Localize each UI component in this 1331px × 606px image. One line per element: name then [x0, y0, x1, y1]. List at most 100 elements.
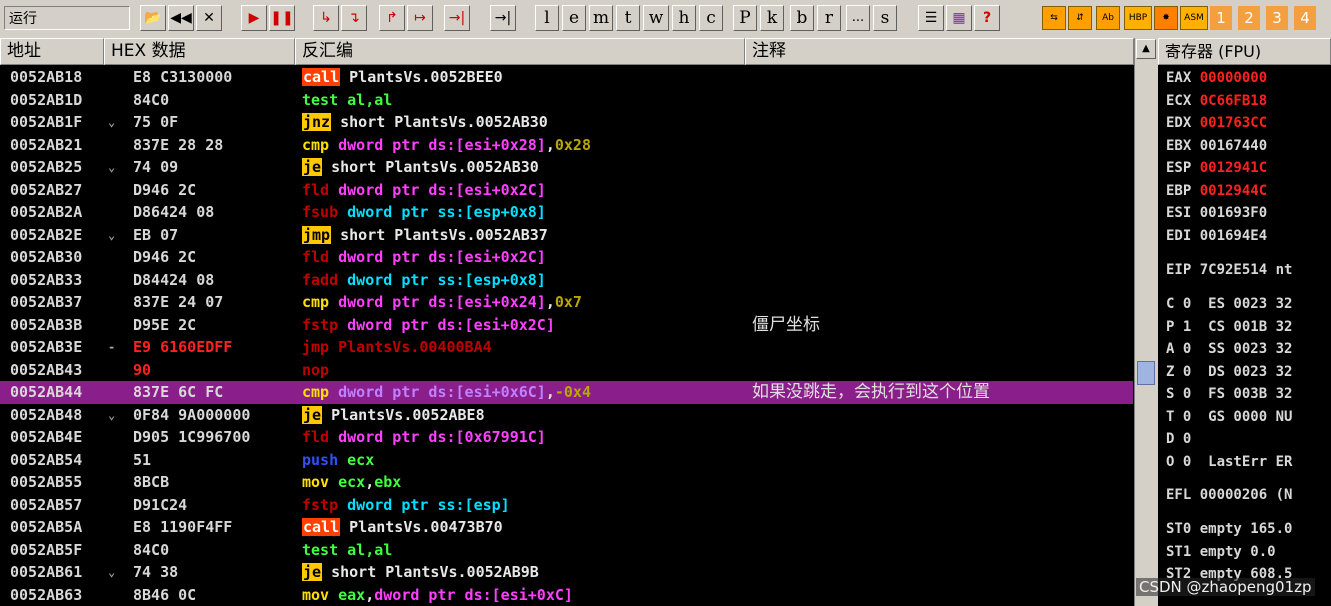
source-window-button[interactable]: s — [873, 5, 897, 31]
run-trace-window-button[interactable]: ... — [846, 5, 870, 31]
open-file-icon[interactable]: 📂 — [140, 5, 166, 31]
disasm-row[interactable]: 0052AB44 837E 6C FC cmp dword ptr ds:[esi+… — [0, 381, 1133, 404]
disasm-row[interactable]: 0052AB1F ⌄ 75 0F jnz short PlantsVs.0052AB3… — [0, 111, 1133, 134]
disasm-row[interactable]: 0052AB48 ⌄ 0F84 9A000000 je PlantsVs.0052AB… — [0, 404, 1133, 427]
row-instruction: jmp PlantsVs.00400BA4 — [302, 336, 492, 359]
disasm-row[interactable]: 0052AB1D 84C0 test al,al — [0, 89, 1133, 112]
row-hex: 75 0F — [133, 113, 179, 131]
go-to-icon[interactable]: →| — [490, 5, 516, 31]
disasm-row[interactable]: 0052AB43 90 nop — [0, 359, 1133, 382]
disasm-row[interactable]: 0052AB3E - E9 6160EDFF jmp PlantsVs.00400BA… — [0, 336, 1133, 359]
execute-till-return-icon[interactable]: →| — [444, 5, 470, 31]
restart-icon[interactable]: ◀◀ — [168, 5, 194, 31]
register-eax[interactable]: EAX 00000000 — [1166, 68, 1267, 88]
modules-window-button[interactable]: e — [562, 5, 586, 31]
row-instruction: fadd dword ptr ss:[esp+0x8] — [302, 269, 546, 292]
scroll-up-icon[interactable]: ▲ — [1136, 39, 1156, 59]
disasm-row[interactable]: 0052AB61 ⌄ 74 38 je short PlantsVs.0052AB9B — [0, 561, 1133, 584]
column-header-address[interactable]: 地址 — [0, 38, 104, 65]
disasm-row[interactable]: 0052AB5F 84C0 test al,al — [0, 539, 1133, 562]
plugin-2-button[interactable]: 2 — [1238, 6, 1260, 30]
disasm-row[interactable]: 0052AB2E ⌄ EB 07 jmp short PlantsVs.0052AB3… — [0, 224, 1133, 247]
column-header-disasm[interactable]: 反汇编 — [295, 38, 745, 65]
step-over-icon[interactable]: ↴ — [341, 5, 367, 31]
grid-icon[interactable]: ▦ — [946, 5, 972, 31]
disasm-row[interactable]: 0052AB54 51 push ecx — [0, 449, 1133, 472]
star-icon[interactable]: ✸ — [1154, 6, 1178, 30]
flag-line[interactable]: S 0 FS 003B 32 — [1166, 384, 1292, 404]
register-efl[interactable]: EFL 00000206 (N — [1166, 485, 1292, 505]
instruction-token: short PlantsVs.0052AB30 — [322, 158, 539, 176]
disasm-row[interactable]: 0052AB55 8BCB mov ecx,ebx — [0, 471, 1133, 494]
references-window-button[interactable]: r — [817, 5, 841, 31]
flag-line[interactable]: D 0 — [1166, 429, 1191, 449]
row-hex: 837E 6C FC — [133, 383, 224, 401]
threads-window-button[interactable]: t — [616, 5, 640, 31]
disasm-row[interactable]: 0052AB63 8B46 0C mov eax,dword ptr ds:[esi… — [0, 584, 1133, 606]
disasm-row[interactable]: 0052AB30 D946 2C fld dword ptr ds:[esi+0x2… — [0, 246, 1133, 269]
disasm-row[interactable]: 0052AB18 E8 C3130000 call PlantsVs.0052BEE… — [0, 66, 1133, 89]
flag-line[interactable]: C 0 ES 0023 32 — [1166, 294, 1292, 314]
patches-window-button[interactable]: P — [733, 5, 757, 31]
swap-icon[interactable]: ⇆ — [1042, 6, 1066, 30]
column-header-hex[interactable]: HEX 数据 — [104, 38, 295, 65]
instruction-token: , — [545, 135, 555, 154]
windows-window-button[interactable]: w — [643, 5, 669, 31]
fpu-register[interactable]: ST1 empty 0.0 — [1166, 542, 1276, 562]
flag-line[interactable]: T 0 GS 0000 NU — [1166, 407, 1292, 427]
trace-over-icon[interactable]: ↦ — [407, 5, 433, 31]
row-hex: 837E 24 07 — [133, 293, 224, 311]
breakpoints-window-button[interactable]: b — [790, 5, 814, 31]
pause-icon[interactable]: ❚❚ — [269, 5, 295, 31]
disasm-row[interactable]: 0052AB4E D905 1C996700 fld dword ptr ds:[0… — [0, 426, 1133, 449]
fpu-register[interactable]: ST0 empty 165.0 — [1166, 519, 1292, 539]
instruction-token: fld — [302, 180, 339, 199]
jump-marker: ⌄ — [108, 115, 116, 129]
flag-line[interactable]: P 1 CS 001B 32 — [1166, 317, 1292, 337]
register-eip[interactable]: EIP 7C92E514 nt — [1166, 260, 1292, 280]
registers-header[interactable]: 寄存器 (FPU) — [1158, 38, 1331, 65]
disasm-row[interactable]: 0052AB25 ⌄ 74 09 je short PlantsVs.0052AB30 — [0, 156, 1133, 179]
register-edx[interactable]: EDX 001763CC — [1166, 113, 1267, 133]
scrollbar-thumb[interactable] — [1137, 361, 1155, 385]
step-into-icon[interactable]: ↳ — [313, 5, 339, 31]
disasm-row[interactable]: 0052AB37 837E 24 07 cmp dword ptr ds:[esi+… — [0, 291, 1133, 314]
vertical-scrollbar[interactable]: ▲ — [1134, 38, 1158, 606]
log-window-button[interactable]: l — [535, 5, 559, 31]
flag-line[interactable]: O 0 LastErr ER — [1166, 452, 1292, 472]
disasm-row[interactable]: 0052AB2A D86424 08 fsub dword ptr ss:[esp+… — [0, 201, 1133, 224]
list-icon[interactable]: ☰ — [918, 5, 944, 31]
register-esp[interactable]: ESP 0012941C — [1166, 158, 1267, 178]
register-ebx[interactable]: EBX 00167440 — [1166, 136, 1267, 156]
disasm-row[interactable]: 0052AB33 D84424 08 fadd dword ptr ss:[esp+… — [0, 269, 1133, 292]
registers-panel[interactable]: 寄存器 (FPU) EAX 00000000 ECX 0C66FB18 EDX 00… — [1158, 38, 1331, 606]
handles-window-button[interactable]: h — [672, 5, 696, 31]
disasm-row[interactable]: 0052AB5A E8 1190F4FF call PlantsVs.00473B7… — [0, 516, 1133, 539]
disasm-row[interactable]: 0052AB27 D946 2C fld dword ptr ds:[esi+0x2… — [0, 179, 1133, 202]
plugin-3-button[interactable]: 3 — [1266, 6, 1288, 30]
flag-line[interactable]: Z 0 DS 0023 32 — [1166, 362, 1292, 382]
register-edi[interactable]: EDI 001694E4 — [1166, 226, 1267, 246]
hardware-breakpoint-button[interactable]: HBP — [1124, 6, 1152, 30]
font-icon[interactable]: Ab — [1096, 6, 1120, 30]
call-stack-window-button[interactable]: k — [760, 5, 784, 31]
trace-into-icon[interactable]: ↱ — [379, 5, 405, 31]
disasm-row[interactable]: 0052AB21 837E 28 28 cmp dword ptr ds:[esi+… — [0, 134, 1133, 157]
help-icon[interactable]: ? — [974, 5, 1000, 31]
sort-icon[interactable]: ⇵ — [1068, 6, 1092, 30]
memory-window-button[interactable]: m — [589, 5, 613, 31]
run-icon[interactable]: ▶ — [241, 5, 267, 31]
flag-line[interactable]: A 0 SS 0023 32 — [1166, 339, 1292, 359]
register-esi[interactable]: ESI 001693F0 — [1166, 203, 1267, 223]
register-ebp[interactable]: EBP 0012944C — [1166, 181, 1267, 201]
disasm-row[interactable]: 0052AB3B D95E 2C fstp dword ptr ds:[esi+0x… — [0, 314, 1133, 337]
disassembly-pane[interactable]: 0052AB18 E8 C3130000 call PlantsVs.0052BEE… — [0, 66, 1133, 606]
register-ecx[interactable]: ECX 0C66FB18 — [1166, 91, 1267, 111]
disasm-row[interactable]: 0052AB57 D91C24 fstp dword ptr ss:[esp] — [0, 494, 1133, 517]
column-header-comment[interactable]: 注释 — [745, 38, 1134, 65]
close-icon[interactable]: ✕ — [196, 5, 222, 31]
cpu-window-button[interactable]: c — [699, 5, 723, 31]
plugin-4-button[interactable]: 4 — [1294, 6, 1316, 30]
plugin-1-button[interactable]: 1 — [1210, 6, 1232, 30]
asm-button[interactable]: ASM — [1180, 6, 1208, 30]
